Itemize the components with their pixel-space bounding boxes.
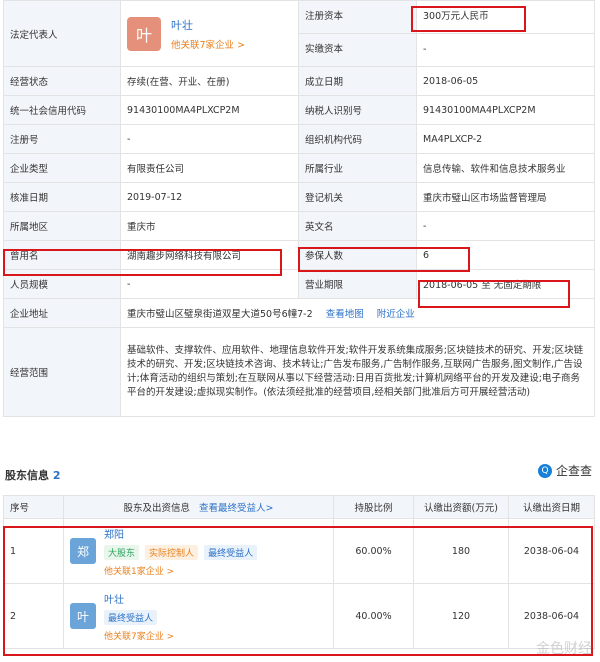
legal-rep-avatar[interactable]: 叶 bbox=[127, 16, 161, 51]
address-cell: 重庆市璧山区璧泉街道双星大道50号6幢7-2 查看地图 附近企业 bbox=[120, 298, 595, 328]
insured-value: 6 bbox=[416, 240, 595, 270]
insured-label: 参保人数 bbox=[298, 240, 417, 270]
paid-capital-value: - bbox=[423, 44, 427, 55]
holder-ratio: 40.00% bbox=[333, 583, 414, 649]
shareholders-header-row: 序号 股东及出资信息 查看最终受益人> 持股比例 认缴出资额(万元) 认缴出资日… bbox=[3, 495, 595, 519]
row-no: 2 bbox=[3, 583, 64, 649]
shareholders-title-text: 股东信息 bbox=[5, 469, 49, 482]
watermark: 金色财经 bbox=[536, 641, 592, 657]
holder-date: 2038-06-04 bbox=[508, 518, 595, 584]
qichacha-brand[interactable]: Q 企查查 bbox=[537, 462, 592, 479]
capital-values: 300万元人民币 - bbox=[416, 0, 595, 67]
industry-label: 所属行业 bbox=[298, 153, 417, 183]
holder-avatar[interactable]: 郑 bbox=[70, 538, 96, 564]
capital-labels: 注册资本 实缴资本 bbox=[298, 0, 417, 67]
tag-major-shareholder: 大股东 bbox=[104, 544, 140, 560]
reg-no-value: - bbox=[120, 124, 299, 154]
qichacha-logo-icon: Q bbox=[537, 463, 552, 478]
holder-cell: 郑 郑阳 大股东 实际控制人 最终受益人 他关联1家企业 > bbox=[63, 518, 334, 584]
legal-rep-name[interactable]: 叶壮 bbox=[171, 17, 245, 33]
col-date: 认缴出资日期 bbox=[508, 495, 595, 519]
taxpayer-id-label: 纳税人识别号 bbox=[298, 95, 417, 125]
region-value: 重庆市 bbox=[120, 211, 299, 241]
nearby-companies-link[interactable]: 附近企业 bbox=[377, 309, 415, 320]
holder-name[interactable]: 郑阳 bbox=[104, 526, 260, 541]
approval-date-label: 核准日期 bbox=[3, 182, 121, 212]
company-info-table: 法定代表人 叶 叶壮 他关联7家企业 > 注册资本 实缴资本 300万元人民币 … bbox=[3, 0, 595, 417]
scope-value: 基础软件、支撑软件、应用软件、地理信息软件开发;软件开发系统集成服务;区块链技术… bbox=[120, 327, 595, 417]
tag-ultimate-beneficiary: 最终受益人 bbox=[104, 609, 158, 625]
shareholders-table: 序号 股东及出资信息 查看最终受益人> 持股比例 认缴出资额(万元) 认缴出资日… bbox=[3, 495, 595, 649]
former-name-label: 曾用名 bbox=[3, 240, 121, 270]
tag-ultimate-beneficiary: 最终受益人 bbox=[204, 544, 258, 560]
credit-code-value: 91430100MA4PLXCP2M bbox=[120, 95, 299, 125]
table-row: 1 郑 郑阳 大股东 实际控制人 最终受益人 他关联1家企业 > 60.00% … bbox=[3, 518, 595, 584]
business-term-label: 营业期限 bbox=[298, 269, 417, 299]
org-code-value: MA4PLXCP-2 bbox=[416, 124, 595, 154]
row-no: 1 bbox=[3, 518, 64, 584]
paid-capital-label: 实缴资本 bbox=[305, 44, 344, 55]
credit-code-label: 统一社会信用代码 bbox=[3, 95, 121, 125]
holder-related-link[interactable]: 他关联7家企业 > bbox=[104, 629, 174, 642]
founded-value: 2018-06-05 bbox=[416, 66, 595, 96]
shareholders-title: 股东信息 2 bbox=[5, 467, 61, 483]
company-type-label: 企业类型 bbox=[3, 153, 121, 183]
col-holder: 股东及出资信息 查看最终受益人> bbox=[63, 495, 334, 519]
view-map-link[interactable]: 查看地图 bbox=[326, 309, 364, 320]
col-subscribed: 认缴出资额(万元) bbox=[413, 495, 509, 519]
holder-name[interactable]: 叶壮 bbox=[104, 591, 174, 606]
holder-amount: 180 bbox=[413, 518, 509, 584]
holder-ratio: 60.00% bbox=[333, 518, 414, 584]
staff-size-value: - bbox=[120, 269, 299, 299]
qichacha-brand-text: 企查查 bbox=[555, 464, 592, 478]
reg-capital-label: 注册资本 bbox=[299, 2, 416, 34]
col-ratio: 持股比例 bbox=[333, 495, 414, 519]
scope-label: 经营范围 bbox=[3, 327, 121, 417]
reg-no-label: 注册号 bbox=[3, 124, 121, 154]
legal-rep-related-link[interactable]: 他关联7家企业 > bbox=[171, 37, 245, 51]
taxpayer-id-value: 91430100MA4PLXCP2M bbox=[416, 95, 595, 125]
reg-capital-value: 300万元人民币 bbox=[417, 2, 594, 34]
staff-size-label: 人员规模 bbox=[3, 269, 121, 299]
holder-related-link[interactable]: 他关联1家企业 > bbox=[104, 564, 260, 577]
english-name-value: - bbox=[416, 211, 595, 241]
authority-value: 重庆市璧山区市场监督管理局 bbox=[416, 182, 595, 212]
authority-label: 登记机关 bbox=[298, 182, 417, 212]
col-no: 序号 bbox=[3, 495, 64, 519]
holder-avatar[interactable]: 叶 bbox=[70, 603, 96, 629]
address-label: 企业地址 bbox=[3, 298, 121, 328]
legal-rep-cell: 叶 叶壮 他关联7家企业 > bbox=[120, 0, 299, 67]
col-holder-label: 股东及出资信息 bbox=[123, 503, 190, 514]
english-name-label: 英文名 bbox=[298, 211, 417, 241]
company-type-value: 有限责任公司 bbox=[120, 153, 299, 183]
shareholders-count: 2 bbox=[52, 469, 61, 482]
status-value: 存续(在营、开业、在册) bbox=[120, 66, 299, 96]
view-beneficiary-link[interactable]: 查看最终受益人> bbox=[199, 503, 273, 514]
business-term-value: 2018-06-05 至 无固定期限 bbox=[416, 269, 595, 299]
holder-cell: 叶 叶壮 最终受益人 他关联7家企业 > bbox=[63, 583, 334, 649]
holder-amount: 120 bbox=[413, 583, 509, 649]
founded-label: 成立日期 bbox=[298, 66, 417, 96]
industry-value: 信息传输、软件和信息技术服务业 bbox=[416, 153, 595, 183]
address-value: 重庆市璧山区璧泉街道双星大道50号6幢7-2 bbox=[127, 309, 313, 320]
region-label: 所属地区 bbox=[3, 211, 121, 241]
former-name-value: 湖南趣步网络科技有限公司 bbox=[120, 240, 299, 270]
table-row: 2 叶 叶壮 最终受益人 他关联7家企业 > 40.00% 120 2038-0… bbox=[3, 583, 595, 649]
legal-rep-label: 法定代表人 bbox=[3, 0, 121, 67]
org-code-label: 组织机构代码 bbox=[298, 124, 417, 154]
tag-actual-controller: 实际控制人 bbox=[145, 544, 199, 560]
approval-date-value: 2019-07-12 bbox=[120, 182, 299, 212]
status-label: 经营状态 bbox=[3, 66, 121, 96]
